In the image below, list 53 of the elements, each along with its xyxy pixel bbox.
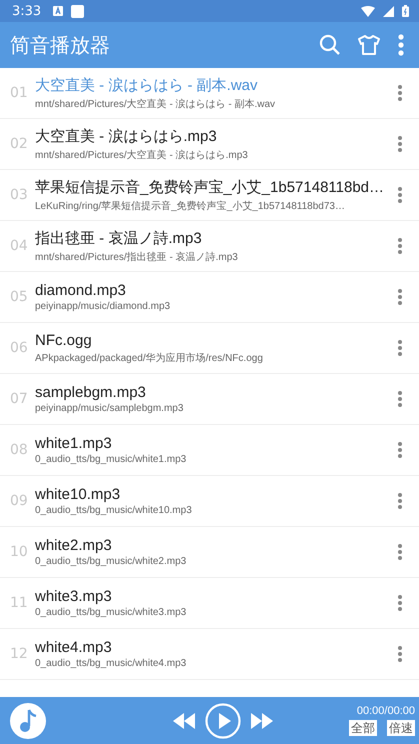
track-path: mnt/shared/Pictures/指出毬亜 - 哀温ノ詩.mp3	[35, 250, 238, 264]
track-path: 0_audio_tts/bg_music/white1.mp3	[35, 454, 186, 465]
track-path: LeKuRing/ring/苹果短信提示音_免费铃声宝_小艾_1b57148118bd73…	[35, 200, 345, 212]
status-time: 3:33	[12, 4, 42, 18]
more-icon[interactable]	[397, 594, 403, 612]
more-icon[interactable]	[397, 492, 403, 510]
track-title: white10.mp3	[35, 486, 120, 503]
track-path: mnt/shared/Pictures/大空直美 - 涙はらはら.mp3	[35, 148, 248, 162]
track-path: 0_audio_tts/bg_music/white10.mp3	[35, 505, 192, 516]
track-path: 0_audio_tts/bg_music/white3.mp3	[35, 607, 186, 618]
track-title: white3.mp3	[35, 588, 112, 605]
shirt-icon[interactable]	[357, 34, 381, 56]
search-icon[interactable]	[319, 34, 341, 56]
track-title: 苹果短信提示音_免费铃声宝_小艾_1b57148118bd…	[35, 178, 384, 196]
track-path: peiyinapp/music/diamond.mp3	[35, 301, 170, 312]
track-path: peiyinapp/music/samplebgm.mp3	[35, 403, 184, 414]
more-icon[interactable]	[397, 390, 403, 408]
track-path: 0_audio_tts/bg_music/white2.mp3	[35, 556, 186, 567]
track-path: APkpackaged/packaged/华为应用市场/res/NFc.ogg	[35, 352, 263, 364]
track-title: diamond.mp3	[35, 282, 126, 299]
more-icon[interactable]	[397, 34, 405, 56]
notification-icon	[53, 6, 64, 16]
music-note-icon[interactable]	[10, 702, 46, 738]
play-icon[interactable]	[204, 702, 240, 738]
player-button[interactable]: 倍速	[387, 720, 415, 736]
fast-forward-icon[interactable]	[250, 712, 272, 728]
track-title: white1.mp3	[35, 435, 112, 452]
track-title: 大空直美 - 涙はらはら.mp3	[35, 126, 217, 146]
track-title: samplebgm.mp3	[35, 384, 146, 401]
playback-time: 00:00/00:00	[356, 704, 415, 717]
battery-icon	[402, 5, 409, 17]
wifi-icon	[361, 6, 375, 16]
more-icon[interactable]	[397, 84, 403, 102]
track-title: white2.mp3	[35, 537, 112, 554]
more-icon[interactable]	[397, 186, 403, 204]
more-icon[interactable]	[397, 288, 403, 306]
more-icon[interactable]	[397, 237, 403, 255]
signal-icon	[383, 6, 394, 16]
track-path: 0_audio_tts/bg_music/white4.mp3	[35, 658, 186, 669]
more-icon[interactable]	[397, 543, 403, 561]
track-path: mnt/shared/Pictures/大空直美 - 涙はらはら - 副本.wav	[35, 98, 276, 110]
more-icon[interactable]	[397, 645, 403, 663]
more-icon[interactable]	[397, 441, 403, 459]
more-icon[interactable]	[397, 135, 403, 153]
track-title: NFc.ogg	[35, 332, 92, 348]
more-icon[interactable]	[397, 339, 403, 357]
notification-icon	[71, 4, 84, 18]
app-title: 简音播放器	[10, 32, 111, 58]
track-title: 大空直美 - 涙はらはら - 副本.wav	[35, 76, 258, 94]
track-title: 指出毬亜 - 哀温ノ詩.mp3	[35, 228, 202, 248]
track-title: white4.mp3	[35, 639, 112, 656]
player-button[interactable]: 全部	[349, 720, 377, 736]
rewind-icon[interactable]	[172, 712, 194, 728]
